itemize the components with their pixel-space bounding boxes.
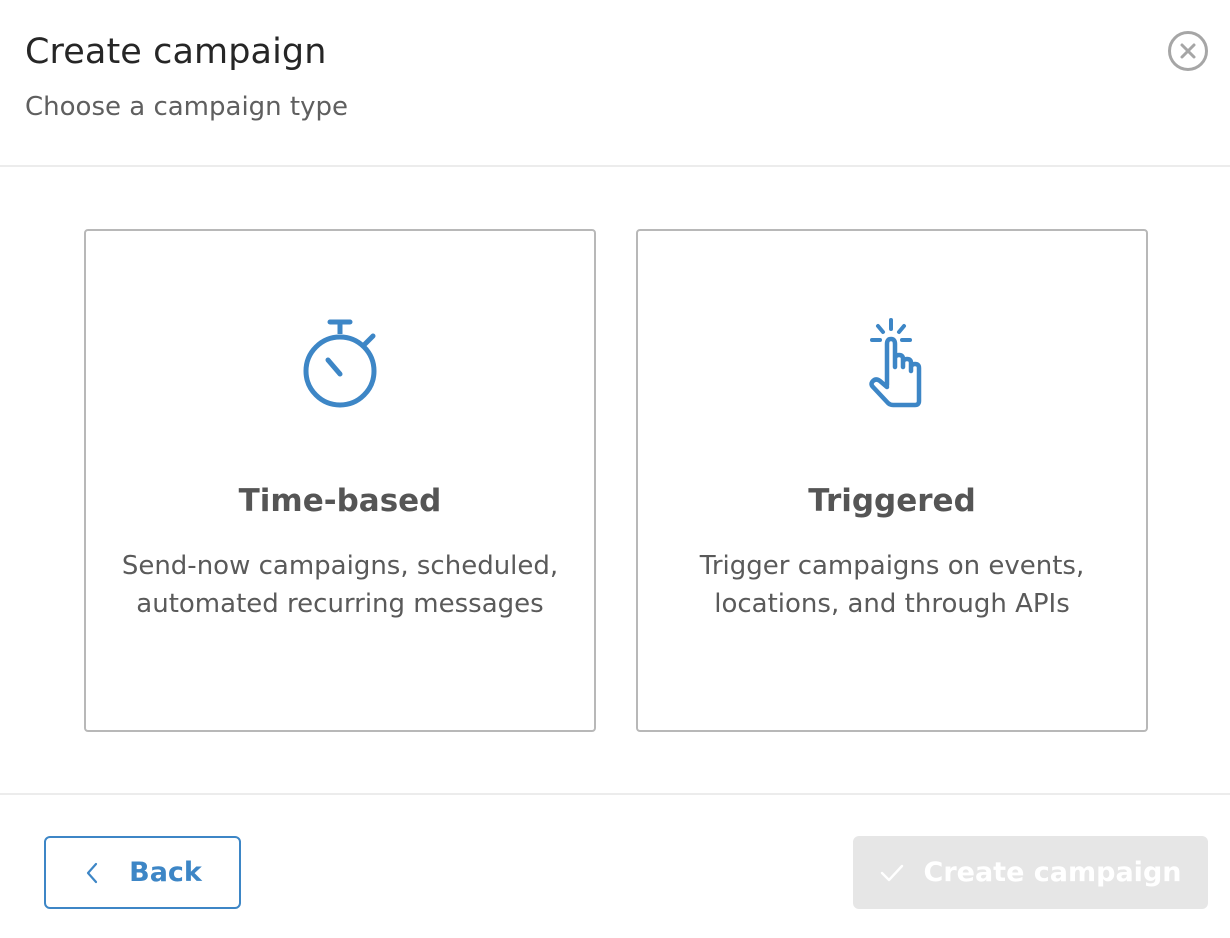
close-button[interactable] (1168, 31, 1208, 71)
time-based-title: Time-based (238, 483, 442, 519)
time-based-card[interactable]: Time-based Send-now campaigns, scheduled… (84, 229, 596, 732)
create-campaign-button[interactable]: Create campaign (853, 836, 1208, 909)
tap-finger-icon (869, 318, 922, 408)
modal-title: Create campaign (25, 32, 327, 72)
modal-header: Create campaign Choose a campaign type (0, 0, 1230, 167)
back-button-label: Back (129, 857, 202, 888)
triggered-card[interactable]: Triggered Trigger campaigns on events, l… (636, 229, 1148, 732)
checkmark-icon (880, 864, 903, 881)
modal-footer: Back Create campaign (0, 793, 1230, 938)
create-campaign-modal: Create campaign Choose a campaign type T… (0, 0, 1230, 938)
modal-subtitle: Choose a campaign type (25, 92, 348, 122)
back-button[interactable]: Back (44, 836, 241, 909)
create-campaign-label: Create campaign (923, 857, 1182, 888)
close-icon (1180, 43, 1196, 59)
time-based-description: Send-now campaigns, scheduled, automated… (121, 551, 559, 619)
triggered-title: Triggered (808, 483, 976, 519)
chevron-left-icon (87, 862, 98, 883)
stopwatch-icon (303, 319, 377, 408)
campaign-type-options: Time-based Send-now campaigns, scheduled… (0, 169, 1230, 793)
triggered-description: Trigger campaigns on events, locations, … (699, 551, 1085, 619)
